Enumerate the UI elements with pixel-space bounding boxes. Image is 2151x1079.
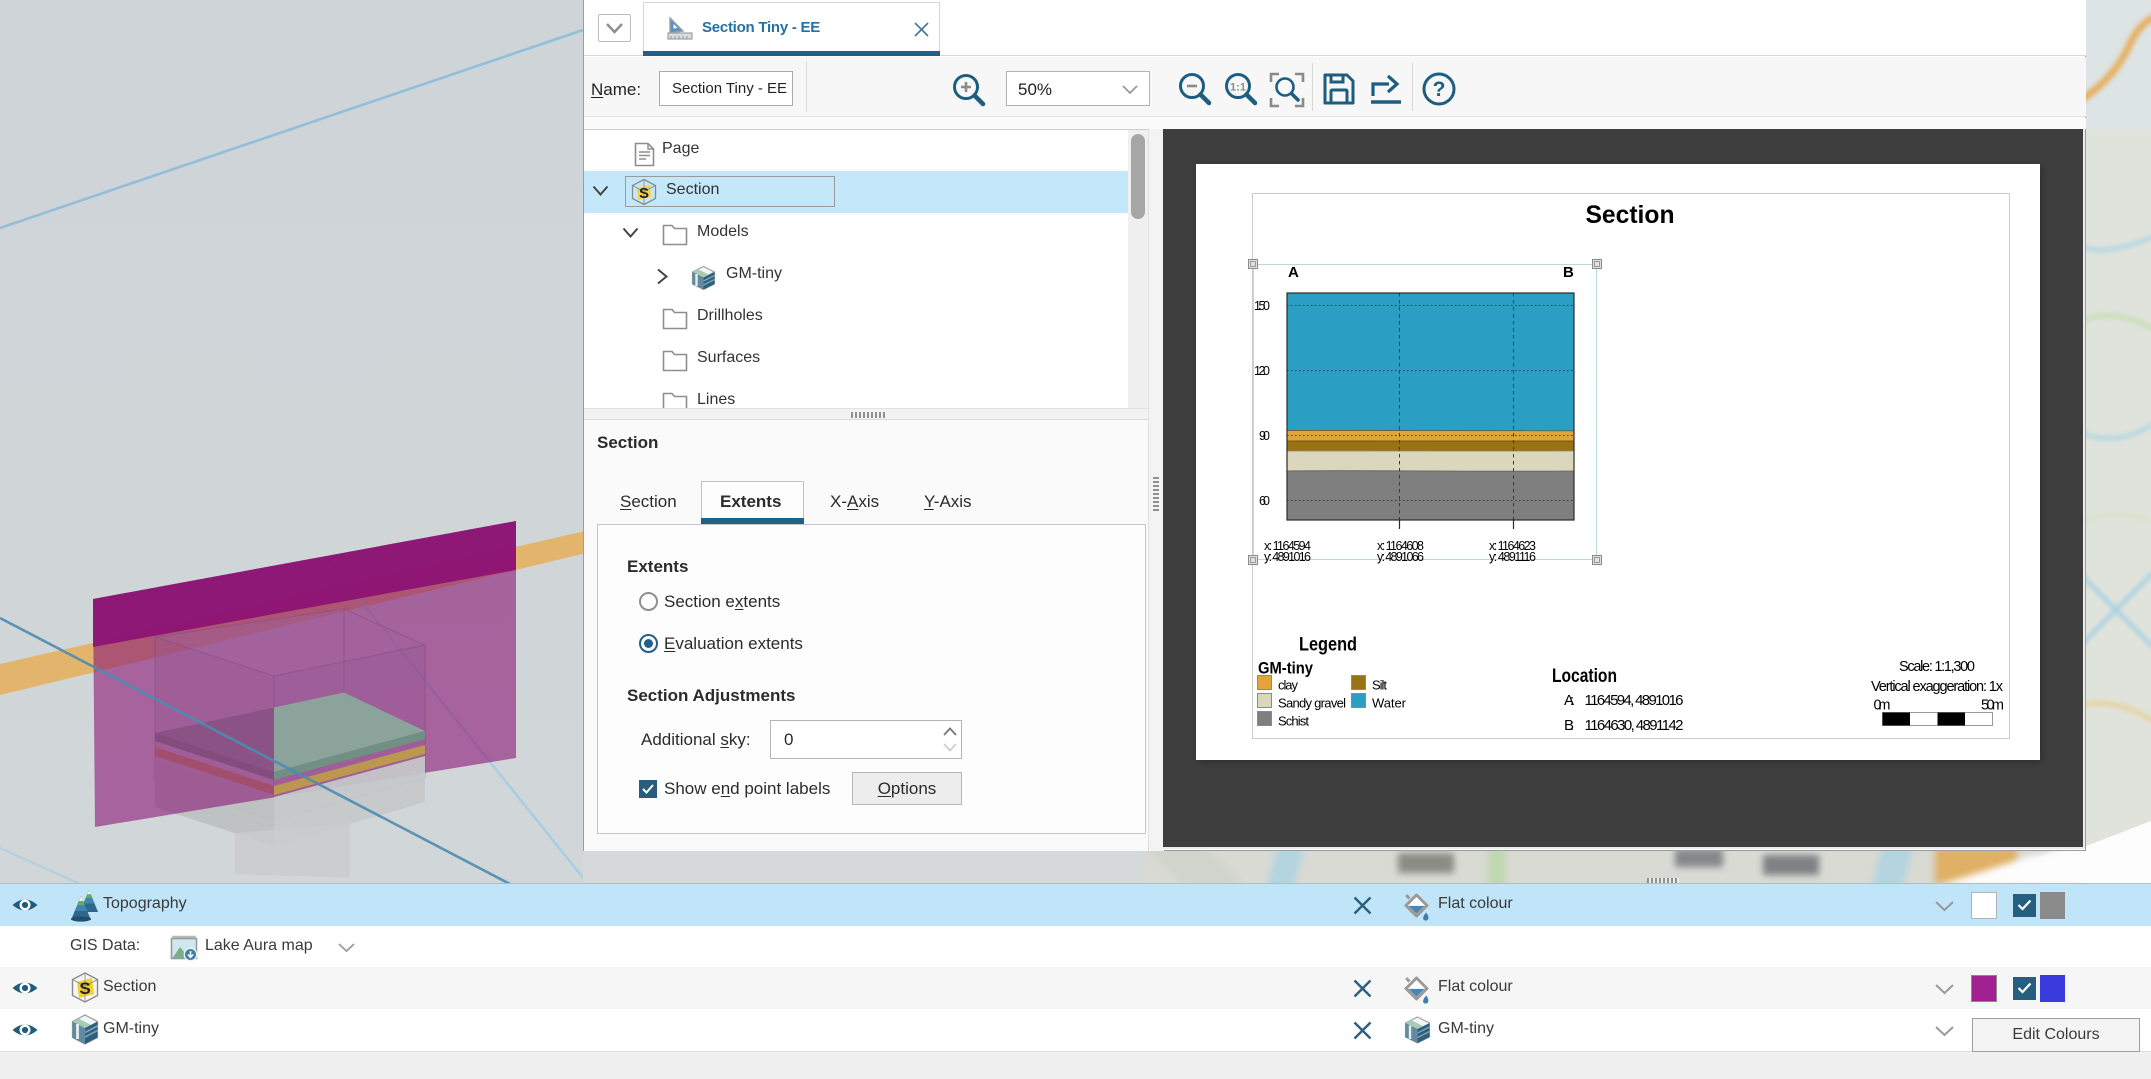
svg-text:Section: Section: [1586, 201, 1675, 229]
svg-text:Location: Location: [1552, 666, 1617, 687]
svg-text:150: 150: [1254, 299, 1270, 313]
svg-text:1164594, 4891016: 1164594, 4891016: [1585, 692, 1684, 709]
svg-text:Silt: Silt: [1372, 678, 1387, 693]
svg-text:50m: 50m: [1981, 698, 2004, 714]
svg-text:S: S: [639, 185, 649, 202]
svg-text:Water: Water: [1372, 696, 1407, 711]
svg-text:y: 4891066: y: 4891066: [1377, 550, 1424, 564]
svg-text:Sandy gravel: Sandy gravel: [1278, 696, 1346, 711]
svg-text:clay: clay: [1278, 678, 1299, 693]
svg-text:A:: A:: [1564, 692, 1574, 709]
svg-text:120: 120: [1254, 364, 1270, 378]
svg-text:1:1: 1:1: [1230, 82, 1246, 94]
svg-text:0m: 0m: [1874, 698, 1891, 714]
svg-text:B: B: [1563, 264, 1574, 281]
svg-text:y: 4891016: y: 4891016: [1264, 550, 1311, 564]
svg-text:Vertical exaggeration: 1x: Vertical exaggeration: 1x: [1871, 679, 2004, 695]
svg-text:1164630, 4891142: 1164630, 4891142: [1585, 717, 1684, 734]
svg-text:Scale: 1:1,300: Scale: 1:1,300: [1899, 659, 1975, 675]
svg-text:90: 90: [1259, 429, 1270, 443]
svg-text:GM-tiny: GM-tiny: [1258, 659, 1313, 678]
svg-text:60: 60: [1259, 494, 1270, 508]
svg-text:B:: B:: [1564, 717, 1574, 734]
svg-text:Legend: Legend: [1299, 635, 1357, 656]
svg-text:A: A: [1288, 264, 1299, 281]
svg-text:S: S: [79, 979, 90, 998]
svg-text:?: ?: [1433, 78, 1446, 101]
svg-text:Schist: Schist: [1278, 714, 1309, 729]
svg-text:y: 4891116: y: 4891116: [1489, 550, 1536, 564]
